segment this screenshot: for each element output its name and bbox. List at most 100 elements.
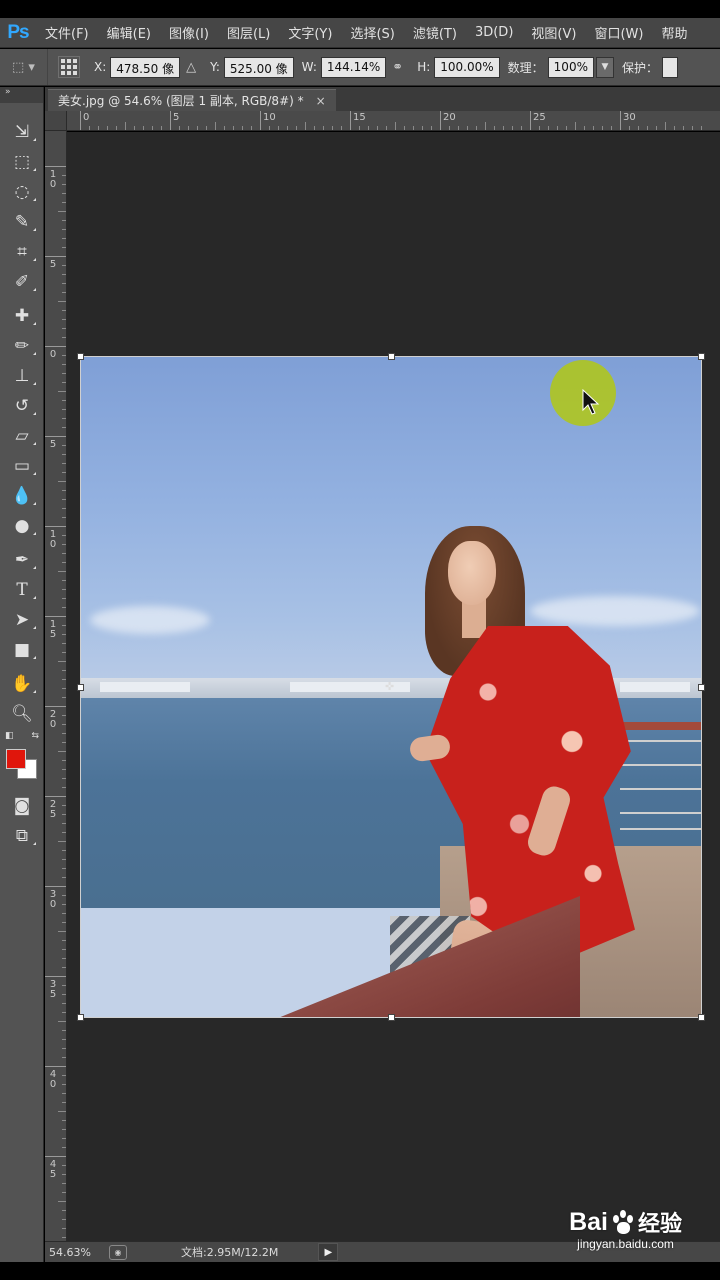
move-tool-icon[interactable]: ⇲ — [0, 117, 44, 147]
ruler-major-tick — [45, 436, 66, 437]
y-position-field[interactable]: 525.00 像 — [223, 56, 294, 78]
ruler-minor-tick — [58, 1111, 66, 1112]
brush-tool-icon[interactable]: ✏ — [0, 331, 44, 361]
ruler-minor-tick — [62, 724, 66, 725]
swap-colors-icon[interactable]: ⇆ — [31, 731, 39, 741]
quantity-field[interactable]: 100% — [547, 56, 594, 78]
screen-mode-icon[interactable]: ⧉ — [0, 821, 44, 851]
ruler-minor-tick — [62, 193, 66, 194]
ruler-minor-tick — [58, 391, 66, 392]
document-tab[interactable]: 美女.jpg @ 54.6% (图层 1 副本, RGB/8#) * × — [48, 89, 336, 111]
document-photo[interactable] — [80, 356, 702, 1018]
mouse-cursor-icon — [582, 389, 600, 415]
transform-handle-top[interactable] — [388, 353, 395, 360]
menu-layer[interactable]: 图层(L) — [218, 23, 279, 42]
protect-field[interactable] — [662, 56, 678, 78]
ruler-major-tick — [45, 256, 66, 257]
default-colors-icon[interactable]: ◧ — [5, 731, 14, 741]
zoom-tool-icon[interactable]: 🔍︎ — [0, 699, 44, 729]
ruler-major-tick — [45, 886, 66, 887]
status-info-icon[interactable]: ◉ — [109, 1244, 127, 1260]
menu-view[interactable]: 视图(V) — [522, 23, 585, 42]
height-field[interactable]: 100.00% — [434, 56, 500, 78]
ruler-minor-tick — [458, 126, 459, 130]
delta-icon[interactable]: △ — [186, 60, 196, 75]
healing-brush-tool-icon[interactable]: ✚ — [0, 301, 44, 331]
menu-help[interactable]: 帮助 — [652, 23, 696, 42]
watermark-brand-left: Bai — [569, 1207, 608, 1236]
hand-tool-icon[interactable]: ✋ — [0, 669, 44, 699]
rectangle-tool-icon[interactable]: ■ — [0, 635, 44, 665]
ruler-minor-tick — [161, 126, 162, 130]
ruler-minor-tick — [62, 1093, 66, 1094]
transform-handle-right[interactable] — [698, 684, 705, 691]
ruler-origin[interactable] — [45, 111, 67, 131]
close-icon[interactable]: × — [316, 94, 326, 108]
path-select-tool-icon[interactable]: ➤ — [0, 605, 44, 635]
lasso-tool-icon[interactable]: ◌ — [0, 177, 44, 207]
protect-label: 保护： — [621, 60, 658, 75]
ruler-minor-tick — [179, 126, 180, 130]
menu-select[interactable]: 选择(S) — [341, 23, 403, 42]
reference-point-locator[interactable] — [58, 56, 80, 78]
document-tab-bar: 美女.jpg @ 54.6% (图层 1 副本, RGB/8#) * × — [45, 87, 720, 111]
ruler-label: 1 0 — [49, 529, 57, 550]
cloud — [530, 596, 700, 626]
ruler-minor-tick — [62, 742, 66, 743]
type-tool-icon[interactable]: T — [0, 575, 44, 605]
transform-tool-preset-icon[interactable]: ⬚ ▾ — [0, 49, 48, 85]
ruler-minor-tick — [701, 126, 702, 130]
blur-tool-icon[interactable]: 💧 — [0, 481, 44, 511]
menu-window[interactable]: 窗口(W) — [585, 23, 652, 42]
menu-filter[interactable]: 滤镜(T) — [404, 23, 466, 42]
eraser-tool-icon[interactable]: ▱ — [0, 421, 44, 451]
status-menu-arrow-icon[interactable]: ▶ — [318, 1243, 339, 1261]
transform-handle-top-left[interactable] — [77, 353, 84, 360]
vertical-ruler[interactable]: 1 0 5 0 5 1 0 1 5 2 0 2 5 3 0 3 5 4 0 4 5 — [45, 131, 67, 1241]
x-position-field[interactable]: 478.50 像 — [110, 56, 181, 78]
panel-collapse-icon[interactable]: » — [0, 87, 43, 103]
transform-handle-top-right[interactable] — [698, 353, 705, 360]
clone-stamp-tool-icon[interactable]: ⊥ — [0, 361, 44, 391]
ruler-minor-tick — [665, 122, 666, 130]
transform-handle-bottom[interactable] — [388, 1014, 395, 1021]
ruler-minor-tick — [116, 126, 117, 130]
menu-file[interactable]: 文件(F) — [36, 23, 98, 42]
width-field[interactable]: 144.14% — [320, 56, 387, 78]
x-label: X: — [94, 60, 107, 74]
transform-handle-bottom-left[interactable] — [77, 1014, 84, 1021]
eyedropper-tool-icon[interactable]: ✐ — [0, 267, 44, 297]
pen-tool-icon[interactable]: ✒ — [0, 545, 44, 575]
menu-type[interactable]: 文字(Y) — [279, 23, 341, 42]
zoom-level-field[interactable]: 54.63% — [45, 1246, 107, 1259]
ruler-minor-tick — [62, 175, 66, 176]
canvas-area[interactable]: ✜ — [67, 132, 720, 1241]
quick-mask-icon[interactable]: ◙ — [0, 791, 44, 821]
ruler-minor-tick — [377, 126, 378, 130]
menu-image[interactable]: 图像(I) — [160, 23, 218, 42]
building-row — [290, 682, 410, 692]
foreground-color-swatch[interactable] — [6, 749, 26, 769]
ruler-minor-tick — [62, 1057, 66, 1058]
ruler-minor-tick — [404, 126, 405, 130]
link-icon[interactable]: ⚭ — [392, 60, 403, 75]
quantity-dropdown-icon[interactable]: ▼ — [595, 56, 614, 78]
transform-handle-bottom-right[interactable] — [698, 1014, 705, 1021]
crop-tool-icon[interactable]: ⌗ — [0, 237, 44, 267]
marquee-tool-icon[interactable]: ⬚ — [0, 147, 44, 177]
quick-select-tool-icon[interactable]: ✎ — [0, 207, 44, 237]
menu-3d[interactable]: 3D(D) — [466, 25, 522, 40]
menu-edit[interactable]: 编辑(E) — [98, 23, 160, 42]
ruler-minor-tick — [62, 1003, 66, 1004]
horizontal-ruler[interactable]: 0 5 10 15 20 25 30 — [67, 111, 720, 131]
history-brush-tool-icon[interactable]: ↺ — [0, 391, 44, 421]
ruler-major-tick — [45, 526, 66, 527]
ruler-minor-tick — [62, 580, 66, 581]
dodge-tool-icon[interactable]: ● — [0, 511, 44, 541]
gradient-tool-icon[interactable]: ▭ — [0, 451, 44, 481]
railing-wire — [620, 788, 702, 790]
ruler-minor-tick — [62, 895, 66, 896]
ruler-minor-tick — [395, 122, 396, 130]
top-black-strip — [0, 0, 720, 18]
transform-handle-left[interactable] — [77, 684, 84, 691]
